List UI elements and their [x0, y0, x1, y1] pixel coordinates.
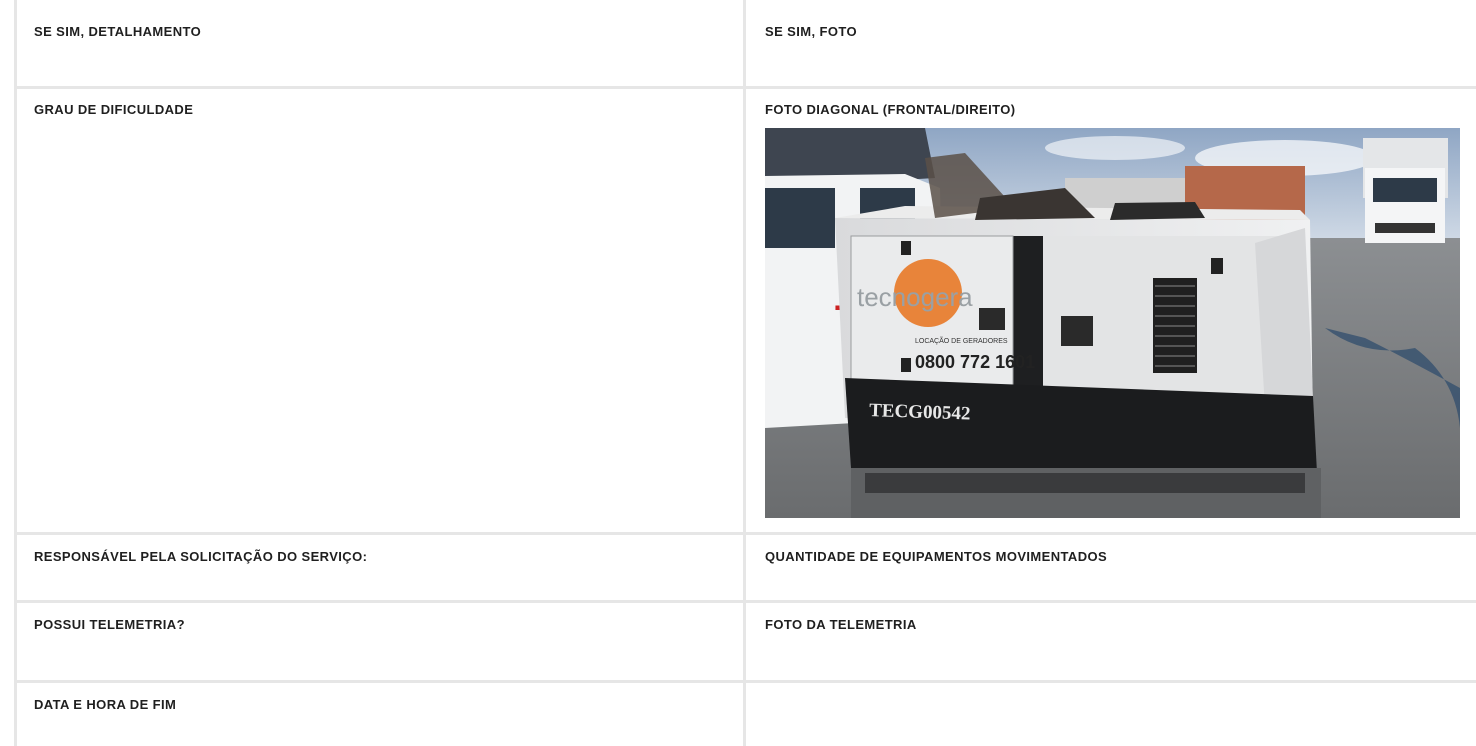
- column-divider: [743, 0, 746, 746]
- field-label-detalhamento: SE SIM, DETALHAMENTO: [34, 24, 202, 39]
- generator-tagline-text: LOCAÇÃO DE GERADORES: [915, 336, 1008, 345]
- field-label-grau-dificuldade: GRAU DE DIFICULDADE: [34, 102, 194, 117]
- field-label-quantidade-equipamentos: QUANTIDADE DE EQUIPAMENTOS MOVIMENTADOS: [765, 549, 1108, 564]
- field-label-responsavel: RESPONSÁVEL PELA SOLICITAÇÃO DO SERVIÇO:: [34, 549, 368, 564]
- generator-phone-text: 0800 772 1601: [915, 352, 1035, 372]
- row-divider-2: [14, 532, 1476, 535]
- left-border: [14, 0, 17, 746]
- row-divider-4: [14, 680, 1476, 683]
- field-label-foto: SE SIM, FOTO: [765, 24, 857, 39]
- field-label-data-hora-fim: DATA E HORA DE FIM: [34, 697, 177, 712]
- row-divider-3: [14, 600, 1476, 603]
- generator-brand-text: tecnogera: [857, 282, 973, 312]
- row-divider-1: [14, 86, 1476, 89]
- field-label-possui-telemetria: POSSUI TELEMETRIA?: [34, 617, 185, 632]
- generator-unit-id: TECG00542: [869, 400, 971, 425]
- field-label-foto-telemetria: FOTO DA TELEMETRIA: [765, 617, 917, 632]
- generator-photo[interactable]: T tecnogera LOCAÇÃO DE GERADORES 0800 77…: [765, 128, 1460, 518]
- field-label-foto-diagonal: FOTO DIAGONAL (FRONTAL/DIREITO): [765, 102, 1016, 117]
